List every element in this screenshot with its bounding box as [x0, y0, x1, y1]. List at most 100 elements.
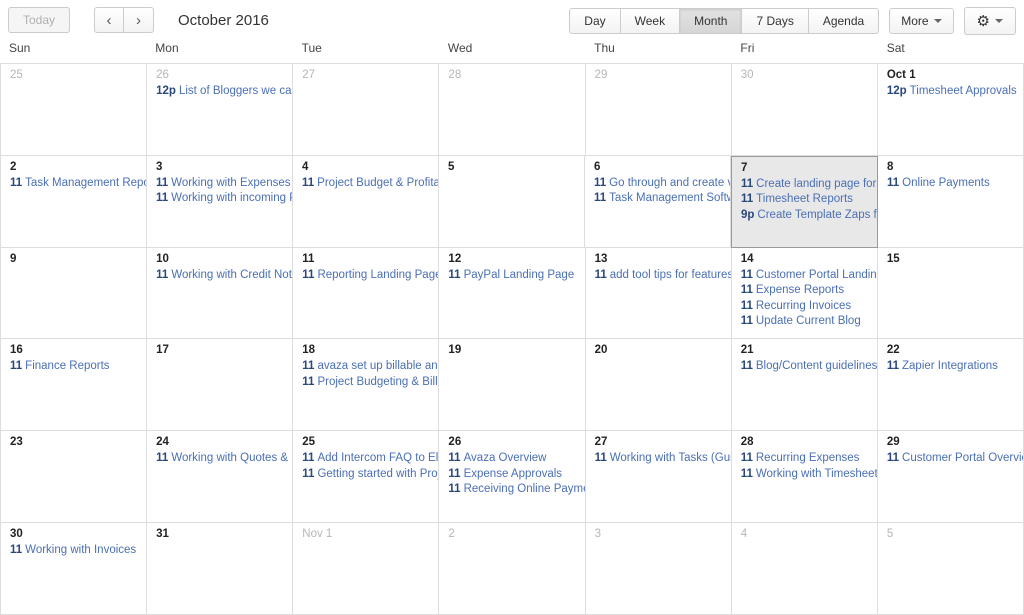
calendar-event[interactable]: 11 Recurring Invoices: [732, 299, 877, 315]
calendar-event[interactable]: 11Working with Quotes & Esti: [147, 451, 292, 467]
event-title: Update Current Blog: [755, 315, 861, 328]
day-cell[interactable]: 31: [147, 523, 294, 615]
event-time: 11: [302, 452, 315, 465]
day-cell[interactable]: 27: [293, 64, 440, 156]
calendar-event[interactable]: 9pCreate Template Zaps for th: [732, 208, 877, 224]
calendar-event[interactable]: 11Receiving Online Payments: [439, 482, 584, 498]
calendar-event[interactable]: 11Working with incoming Payr: [147, 191, 292, 207]
calendar-event[interactable]: 11Working with Tasks (Guide t: [586, 451, 731, 467]
next-month-button[interactable]: ›: [124, 7, 154, 33]
view-button-week[interactable]: Week: [620, 8, 681, 34]
more-button[interactable]: More: [889, 8, 954, 34]
settings-button[interactable]: ⚙: [963, 7, 1016, 35]
day-cell[interactable]: 2 11Task Management Reports: [1, 155, 147, 248]
calendar-event[interactable]: 11 Zapier Integrations: [878, 359, 1023, 375]
day-cell[interactable]: 17: [147, 339, 294, 432]
view-button-day[interactable]: Day: [569, 8, 621, 34]
calendar-event[interactable]: 11avaza set up billable and co: [293, 359, 438, 375]
week-row: 252612pList of Bloggers we can Pr2728293…: [1, 64, 1024, 156]
view-button-month[interactable]: Month: [680, 8, 743, 34]
event-title: Working with Invoices: [25, 544, 137, 557]
day-cell[interactable]: 23: [1, 431, 148, 524]
day-cell[interactable]: 13 11add tool tips for features on: [585, 247, 732, 340]
day-cell[interactable]: 26 11 Avaza Overview 11 Expense Approvals 11 R…: [439, 431, 586, 524]
calendar-event[interactable]: 11 Recurring Expenses: [732, 451, 877, 467]
calendar-event[interactable]: 11Task Management Software: [585, 191, 730, 207]
calendar-event[interactable]: 11Task Management Reports: [1, 176, 146, 192]
calendar-event[interactable]: 11 Update Current Blog: [732, 314, 877, 330]
calendar-event[interactable]: 11 Avaza Overview: [439, 451, 584, 467]
day-number: 2: [448, 528, 455, 541]
day-cell[interactable]: 15: [877, 247, 1024, 340]
day-cell[interactable]: 1411Customer Portal Landing Pa11Expense …: [731, 247, 878, 340]
calendar-event[interactable]: 11 Working with Expenses: [147, 176, 292, 192]
day-cell[interactable]: 28: [439, 64, 586, 156]
day-cell[interactable]: 2511Add Intercom FAQ to Elev.io11Getting…: [293, 431, 440, 524]
day-cell[interactable]: 5: [877, 523, 1024, 615]
prev-month-button[interactable]: ‹: [94, 7, 124, 33]
day-cell[interactable]: 25: [1, 64, 148, 156]
calendar-event[interactable]: 11 Working with Credit Notes: [147, 268, 292, 284]
calendar-event[interactable]: 11Create landing page for Pro: [732, 177, 877, 193]
day-cell[interactable]: Oct 1 12p Timesheet Approvals: [877, 64, 1024, 156]
calendar-event[interactable]: 11 Online Payments: [878, 176, 1023, 192]
calendar-event[interactable]: 11 Expense Approvals: [439, 467, 584, 483]
calendar-event[interactable]: 11Project Budget & Profitabilit: [293, 176, 438, 192]
day-cell[interactable]: 3: [585, 523, 732, 615]
day-number: 4: [302, 160, 309, 173]
event-title: PayPal Landing Page: [463, 268, 575, 281]
calendar-event[interactable]: 11Add Intercom FAQ to Elev.io: [293, 451, 438, 467]
day-cell[interactable]: 27 11Working with Tasks (Guide t: [585, 431, 732, 524]
day-cell[interactable]: 9: [1, 247, 148, 340]
day-cell[interactable]: 2: [439, 523, 586, 615]
calendar-event[interactable]: 11 Working with Invoices: [1, 543, 146, 559]
day-cell[interactable]: 8 11 Online Payments: [878, 155, 1024, 248]
calendar-event[interactable]: 11 Expense Reports: [732, 283, 877, 299]
day-cell[interactable]: 11 11 Reporting Landing Page: [293, 247, 440, 340]
calendar-event[interactable]: 11add tool tips for features on: [586, 268, 731, 284]
view-switcher: Day Week Month 7 Days Agenda: [569, 8, 880, 34]
day-cell[interactable]: 24 11Working with Quotes & Esti: [147, 431, 294, 524]
today-button[interactable]: Today: [8, 7, 70, 33]
day-cell[interactable]: 12 11 PayPal Landing Page: [439, 247, 586, 340]
day-cell[interactable]: Nov 1: [293, 523, 440, 615]
calendar-event[interactable]: 11Customer Portal Landing Pa: [732, 268, 877, 284]
day-cell[interactable]: 21 11 Blog/Content guidelines: [731, 339, 878, 432]
day-cell[interactable]: 20: [585, 339, 732, 432]
calendar-event[interactable]: 12pList of Bloggers we can Pr: [147, 84, 292, 100]
day-cell[interactable]: 16 11 Finance Reports: [1, 339, 148, 432]
calendar-event[interactable]: 11 Customer Portal Overview: [878, 451, 1023, 467]
day-cell[interactable]: 30 11 Working with Invoices: [1, 523, 148, 615]
calendar-event[interactable]: 11 Finance Reports: [1, 359, 146, 375]
day-cell[interactable]: 4: [731, 523, 878, 615]
day-cell[interactable]: 4 11Project Budget & Profitabilit: [293, 155, 439, 248]
day-cell[interactable]: 5: [439, 155, 585, 248]
calendar-event[interactable]: 11Getting started with Projects: [293, 467, 438, 483]
calendar-event[interactable]: 11 Blog/Content guidelines: [732, 359, 877, 375]
month-nav-group: ‹ ›: [94, 7, 154, 33]
view-button-7-days[interactable]: 7 Days: [742, 8, 809, 34]
calendar-event[interactable]: 11 PayPal Landing Page: [439, 268, 584, 284]
calendar-event[interactable]: 11 Working with Timesheets: [732, 467, 877, 483]
day-cell-today[interactable]: 711Create landing page for Pro11Timeshee…: [731, 155, 878, 248]
calendar-event[interactable]: 11Project Budgeting & Billing /: [293, 375, 438, 391]
calendar-event[interactable]: 11 Timesheet Reports: [732, 192, 877, 208]
day-cell[interactable]: 10 11 Working with Credit Notes: [147, 247, 294, 340]
event-time: 11: [448, 467, 461, 480]
view-button-agenda[interactable]: Agenda: [808, 8, 880, 34]
day-cell[interactable]: 29: [585, 64, 732, 156]
day-cell[interactable]: 1811avaza set up billable and co11Projec…: [293, 339, 440, 432]
calendar-event[interactable]: 11 Reporting Landing Page: [293, 268, 438, 284]
day-cell[interactable]: 29 11 Customer Portal Overview: [877, 431, 1024, 524]
day-cell[interactable]: 611Go through and create vers11Task Mana…: [585, 155, 731, 248]
day-cell[interactable]: 30: [731, 64, 878, 156]
day-cell[interactable]: 19: [439, 339, 586, 432]
event-title: Expense Approvals: [463, 467, 563, 480]
event-title: Add Intercom FAQ to Elev.io: [317, 452, 439, 465]
calendar-event[interactable]: 12p Timesheet Approvals: [878, 84, 1023, 100]
calendar-event[interactable]: 11Go through and create vers: [585, 176, 730, 192]
day-cell[interactable]: 28 11 Recurring Expenses 11 Working with Tim…: [731, 431, 878, 524]
day-cell[interactable]: 3 11 Working with Expenses 11 Working with i…: [147, 155, 293, 248]
day-cell[interactable]: 22 11 Zapier Integrations: [877, 339, 1024, 432]
day-cell[interactable]: 26 12pList of Bloggers we can Pr: [147, 64, 294, 156]
